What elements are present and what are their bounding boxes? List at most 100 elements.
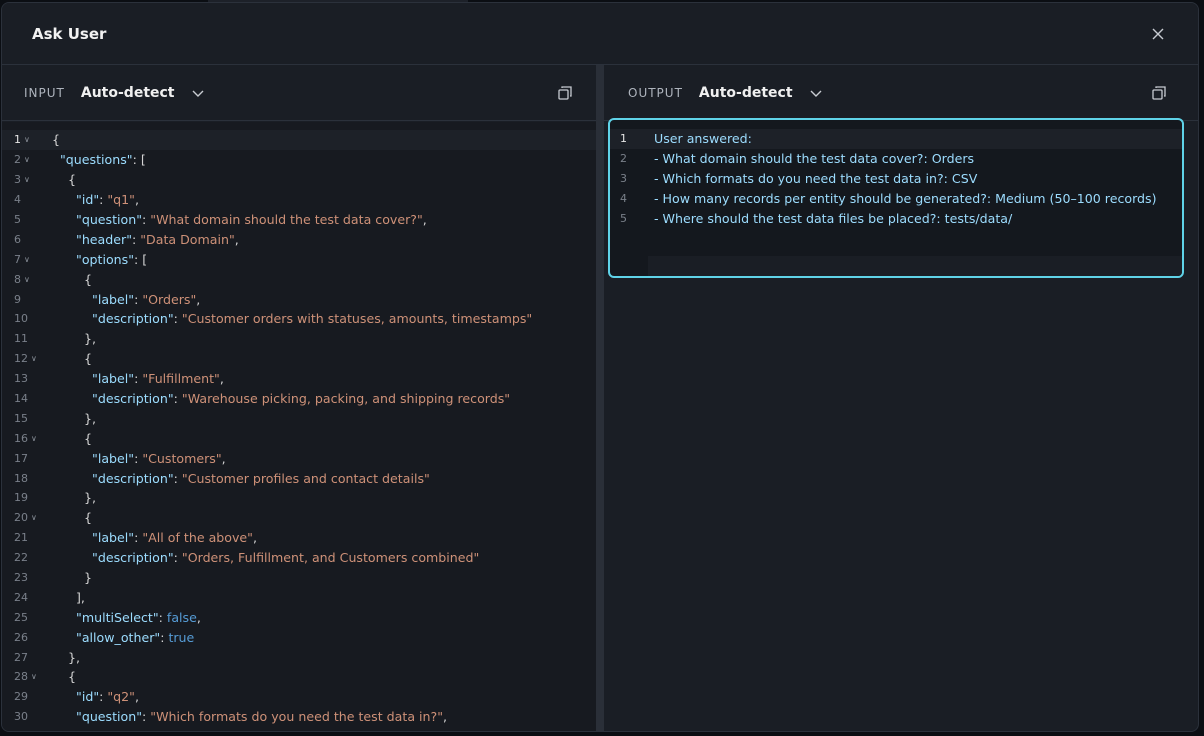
line-number: 28 ∨ bbox=[14, 670, 37, 684]
fold-chevron-icon[interactable]: ∨ bbox=[31, 354, 37, 363]
line-number: 16 ∨ bbox=[14, 431, 37, 445]
code-text: "description": "Orders, Fulfillment, and… bbox=[92, 550, 480, 566]
input-label: INPUT bbox=[24, 85, 65, 100]
output-code-line: 1 User answered: bbox=[610, 129, 1182, 149]
output-format-select[interactable]: Auto-detect bbox=[699, 85, 823, 101]
line-number: 1 ∨ bbox=[14, 133, 30, 147]
line-number: 20 ∨ bbox=[14, 511, 37, 525]
input-code-line: 26 "allow_other": true bbox=[2, 627, 596, 647]
line-number: 1 bbox=[620, 132, 627, 146]
input-code-line: 18 "description": "Customer profiles and… bbox=[2, 468, 596, 488]
fold-chevron-icon[interactable]: ∨ bbox=[31, 672, 37, 681]
close-button[interactable] bbox=[1148, 24, 1168, 44]
line-number: 15 bbox=[14, 411, 28, 425]
code-text: "description": "Warehouse picking, packi… bbox=[92, 391, 511, 407]
output-editor[interactable]: 1 User answered: 2 - What domain should the… bbox=[608, 118, 1184, 278]
input-code-line: 14 "description": "Warehouse picking, pa… bbox=[2, 389, 596, 409]
code-text: }, bbox=[52, 331, 97, 347]
copy-icon bbox=[1152, 85, 1166, 100]
output-copy-button[interactable] bbox=[1150, 84, 1168, 102]
chevron-down-icon bbox=[192, 90, 203, 97]
input-code-line: 13 "label": "Fulfillment", bbox=[2, 369, 596, 389]
fold-chevron-icon[interactable]: ∨ bbox=[31, 513, 37, 522]
line-number: 19 bbox=[14, 491, 28, 505]
code-text: "question": "Which formats do you need t… bbox=[76, 709, 448, 725]
input-code-line: 25 "multiSelect": false, bbox=[2, 607, 596, 627]
input-code-line: 15 }, bbox=[2, 408, 596, 428]
code-text: ], bbox=[52, 589, 85, 605]
output-text: - How many records per entity should be … bbox=[654, 191, 1157, 207]
code-text: { bbox=[52, 669, 77, 685]
fold-chevron-icon[interactable]: ∨ bbox=[24, 255, 30, 264]
code-text: "description": "Customer profiles and co… bbox=[92, 470, 430, 486]
line-number: 2 ∨ bbox=[14, 153, 30, 167]
line-number: 29 bbox=[14, 690, 28, 704]
input-code-line: 1 ∨ { bbox=[2, 130, 596, 150]
dialog-title: Ask User bbox=[32, 24, 107, 43]
output-text: - What domain should the test data cover… bbox=[654, 151, 975, 167]
fold-chevron-icon[interactable]: ∨ bbox=[24, 175, 30, 184]
input-format-value: Auto-detect bbox=[80, 84, 175, 101]
input-code-line: 4 "id": "q1", bbox=[2, 190, 596, 210]
line-number: 4 bbox=[620, 192, 627, 206]
input-code-line: 23 } bbox=[2, 568, 596, 588]
code-text: "description": "Customer orders with sta… bbox=[92, 311, 533, 327]
fold-chevron-icon[interactable]: ∨ bbox=[31, 434, 37, 443]
input-code-line: 16 ∨ { bbox=[2, 428, 596, 448]
code-text: "id": "q1", bbox=[76, 192, 139, 208]
input-code-line: 12 ∨ { bbox=[2, 349, 596, 369]
code-text: }, bbox=[52, 490, 97, 506]
code-text: { bbox=[52, 172, 77, 188]
output-editor-footer bbox=[648, 256, 1182, 276]
line-number: 17 bbox=[14, 451, 28, 465]
input-code-line: 11 }, bbox=[2, 329, 596, 349]
fold-chevron-icon[interactable]: ∨ bbox=[24, 275, 30, 284]
input-code-line: 5 "question": "What domain should the te… bbox=[2, 210, 596, 230]
output-text: - Where should the test data files be pl… bbox=[654, 211, 1013, 226]
ask-user-dialog: Ask User INPUT Auto-detect 1 ∨ {2 ∨ "qu… bbox=[1, 2, 1199, 732]
line-number: 3 bbox=[620, 172, 627, 186]
line-number: 26 bbox=[14, 630, 28, 644]
code-text: { bbox=[52, 351, 93, 367]
line-number: 13 bbox=[14, 372, 28, 386]
line-number: 6 bbox=[14, 232, 21, 246]
input-format-select[interactable]: Auto-detect bbox=[81, 85, 205, 101]
line-number: 14 bbox=[14, 392, 28, 406]
output-code-line: 3 - Which formats do you need the test da… bbox=[610, 169, 1182, 189]
code-text: }, bbox=[52, 649, 81, 665]
input-editor[interactable]: 1 ∨{2 ∨ "questions": [3 ∨ {4 "id": "q1", 5 "… bbox=[2, 122, 596, 731]
fold-chevron-icon[interactable]: ∨ bbox=[24, 135, 30, 144]
input-copy-button[interactable] bbox=[556, 84, 574, 102]
line-number: 9 bbox=[14, 292, 21, 306]
code-text: }, bbox=[52, 410, 97, 426]
output-toolbar: OUTPUT Auto-detect bbox=[604, 65, 1198, 121]
input-code-line: 20 ∨ { bbox=[2, 508, 596, 528]
line-number: 24 bbox=[14, 590, 28, 604]
output-label: OUTPUT bbox=[628, 85, 683, 100]
output-format-value: Auto-detect bbox=[698, 84, 793, 101]
input-code-line: 28 ∨ { bbox=[2, 667, 596, 687]
line-number: 25 bbox=[14, 610, 28, 624]
input-code-line: 2 ∨ "questions": [ bbox=[2, 150, 596, 170]
code-text: { bbox=[52, 430, 93, 446]
input-code-line: 8 ∨ { bbox=[2, 269, 596, 289]
editor-panes: INPUT Auto-detect 1 ∨{2 ∨ "questions": [3 bbox=[2, 65, 1198, 731]
output-code-line: 5 - Where should the test data files be p… bbox=[610, 209, 1182, 229]
code-text: "options": [ bbox=[76, 251, 148, 267]
line-number: 21 bbox=[14, 531, 28, 545]
input-code-line: 7 ∨ "options": [ bbox=[2, 249, 596, 269]
pane-splitter[interactable] bbox=[596, 65, 604, 731]
copy-icon bbox=[558, 85, 572, 100]
line-number: 12 ∨ bbox=[14, 352, 37, 366]
code-text: { bbox=[52, 271, 93, 287]
input-code-line: 27 }, bbox=[2, 647, 596, 667]
output-code-line: 4 - How many records per entity should be… bbox=[610, 189, 1182, 209]
line-number: 18 bbox=[14, 471, 28, 485]
input-code-line: 6 "header": "Data Domain", bbox=[2, 229, 596, 249]
output-text: - Which formats do you need the test dat… bbox=[654, 171, 978, 187]
line-number: 2 bbox=[620, 152, 627, 166]
fold-chevron-icon[interactable]: ∨ bbox=[24, 155, 30, 164]
code-text: "allow_other": true bbox=[76, 629, 195, 645]
output-code-line: 2 - What domain should the test data cove… bbox=[610, 149, 1182, 169]
code-text: } bbox=[52, 570, 93, 586]
